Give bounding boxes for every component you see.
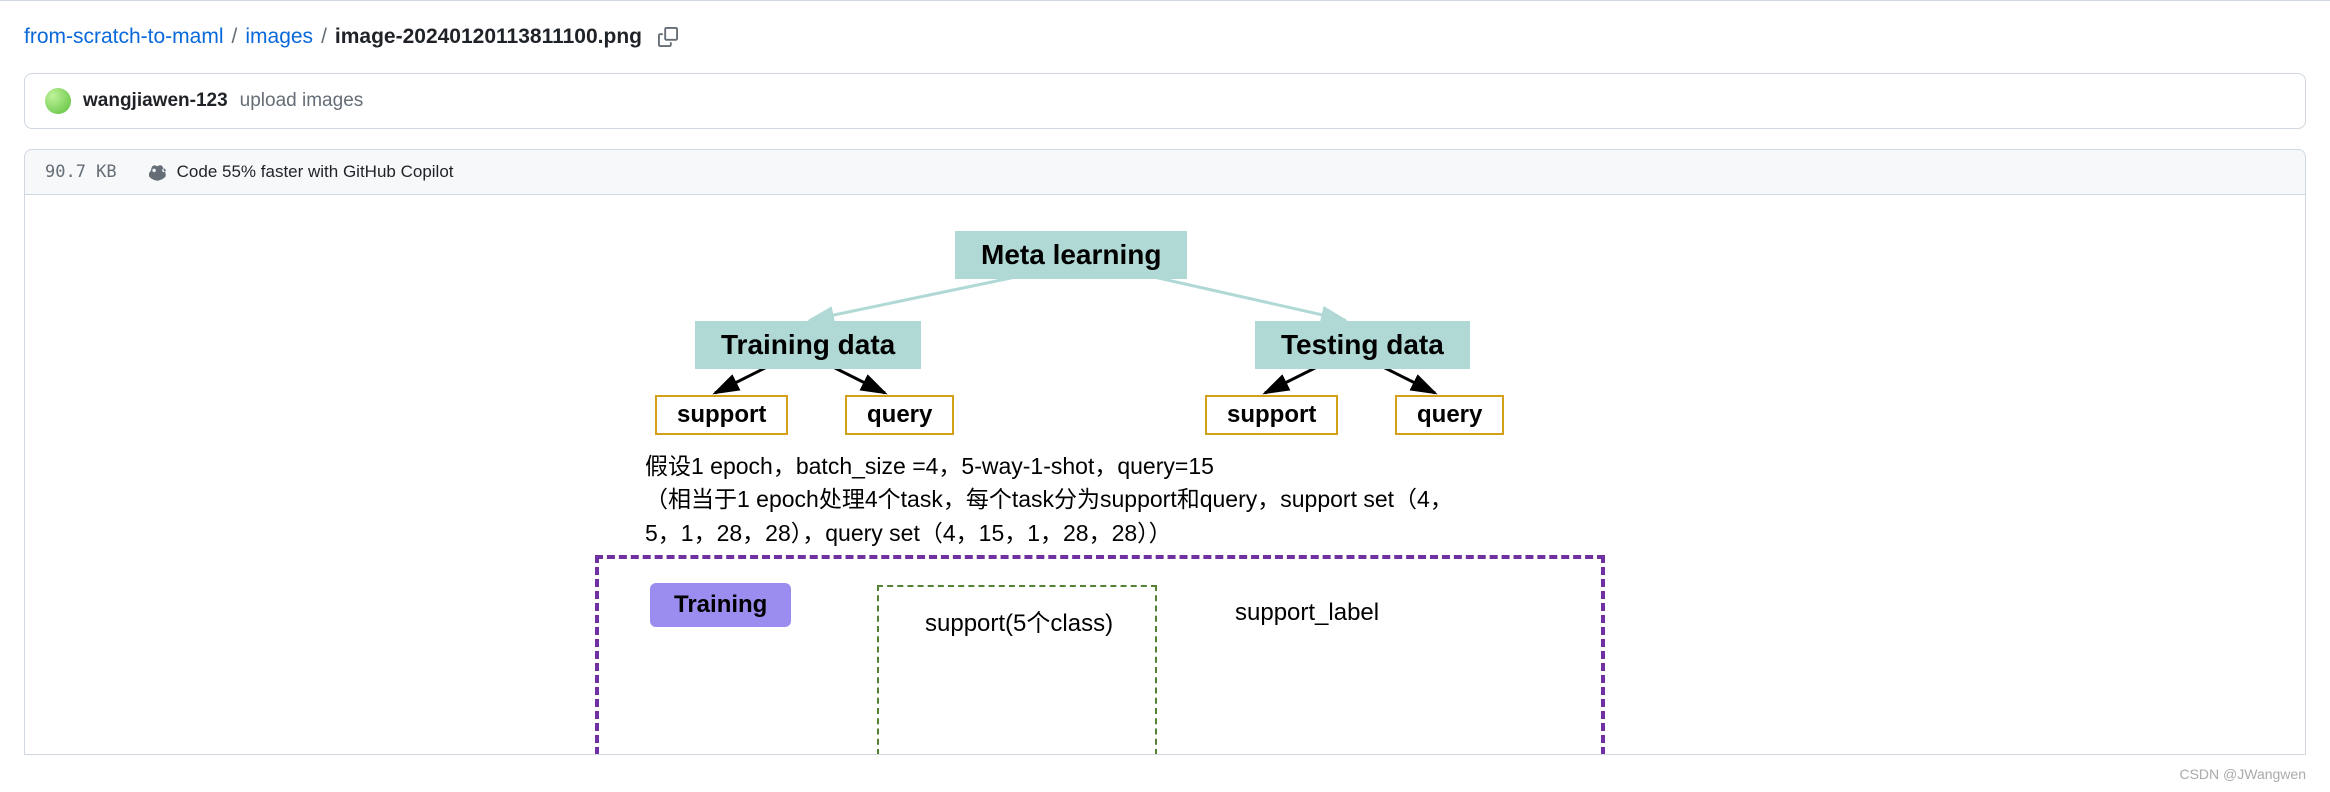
- support-label-text: support_label: [1235, 599, 1379, 627]
- avatar[interactable]: [45, 88, 71, 114]
- diagram-image: Meta learning Training data Testing data…: [555, 225, 1775, 724]
- node-training-data: Training data: [695, 321, 921, 369]
- breadcrumb-sep: /: [232, 25, 238, 49]
- node-query-2: query: [1395, 395, 1504, 435]
- breadcrumb-current: image-20240120113811100.png: [335, 25, 642, 49]
- breadcrumb-folder-link[interactable]: images: [245, 25, 313, 49]
- copy-path-icon[interactable]: [658, 27, 678, 47]
- commit-author-link[interactable]: wangjiawen-123: [83, 90, 228, 112]
- description-text: 假设1 epoch，batch_size =4，5-way-1-shot，que…: [645, 450, 1595, 550]
- copilot-icon: [149, 162, 169, 182]
- node-support-1: support: [655, 395, 788, 435]
- node-query-1: query: [845, 395, 954, 435]
- watermark: CSDN @JWangwen: [2179, 766, 2306, 782]
- commit-message[interactable]: upload images: [240, 90, 364, 112]
- node-support-2: support: [1205, 395, 1338, 435]
- copilot-text: Code 55% faster with GitHub Copilot: [177, 162, 454, 182]
- support-box-label: support(5个class): [925, 603, 1113, 638]
- node-testing-data: Testing data: [1255, 321, 1470, 369]
- breadcrumb: from-scratch-to-maml / images / image-20…: [0, 1, 2330, 61]
- breadcrumb-sep: /: [321, 25, 327, 49]
- file-info-bar: 90.7 KB Code 55% faster with GitHub Copi…: [24, 149, 2306, 195]
- breadcrumb-repo-link[interactable]: from-scratch-to-maml: [24, 25, 224, 49]
- file-size: 90.7 KB: [45, 162, 117, 182]
- file-content: Meta learning Training data Testing data…: [24, 195, 2306, 755]
- commit-bar: wangjiawen-123 upload images: [24, 73, 2306, 129]
- copilot-promo-link[interactable]: Code 55% faster with GitHub Copilot: [149, 162, 454, 182]
- training-badge: Training: [650, 583, 791, 627]
- node-meta-learning: Meta learning: [955, 231, 1187, 279]
